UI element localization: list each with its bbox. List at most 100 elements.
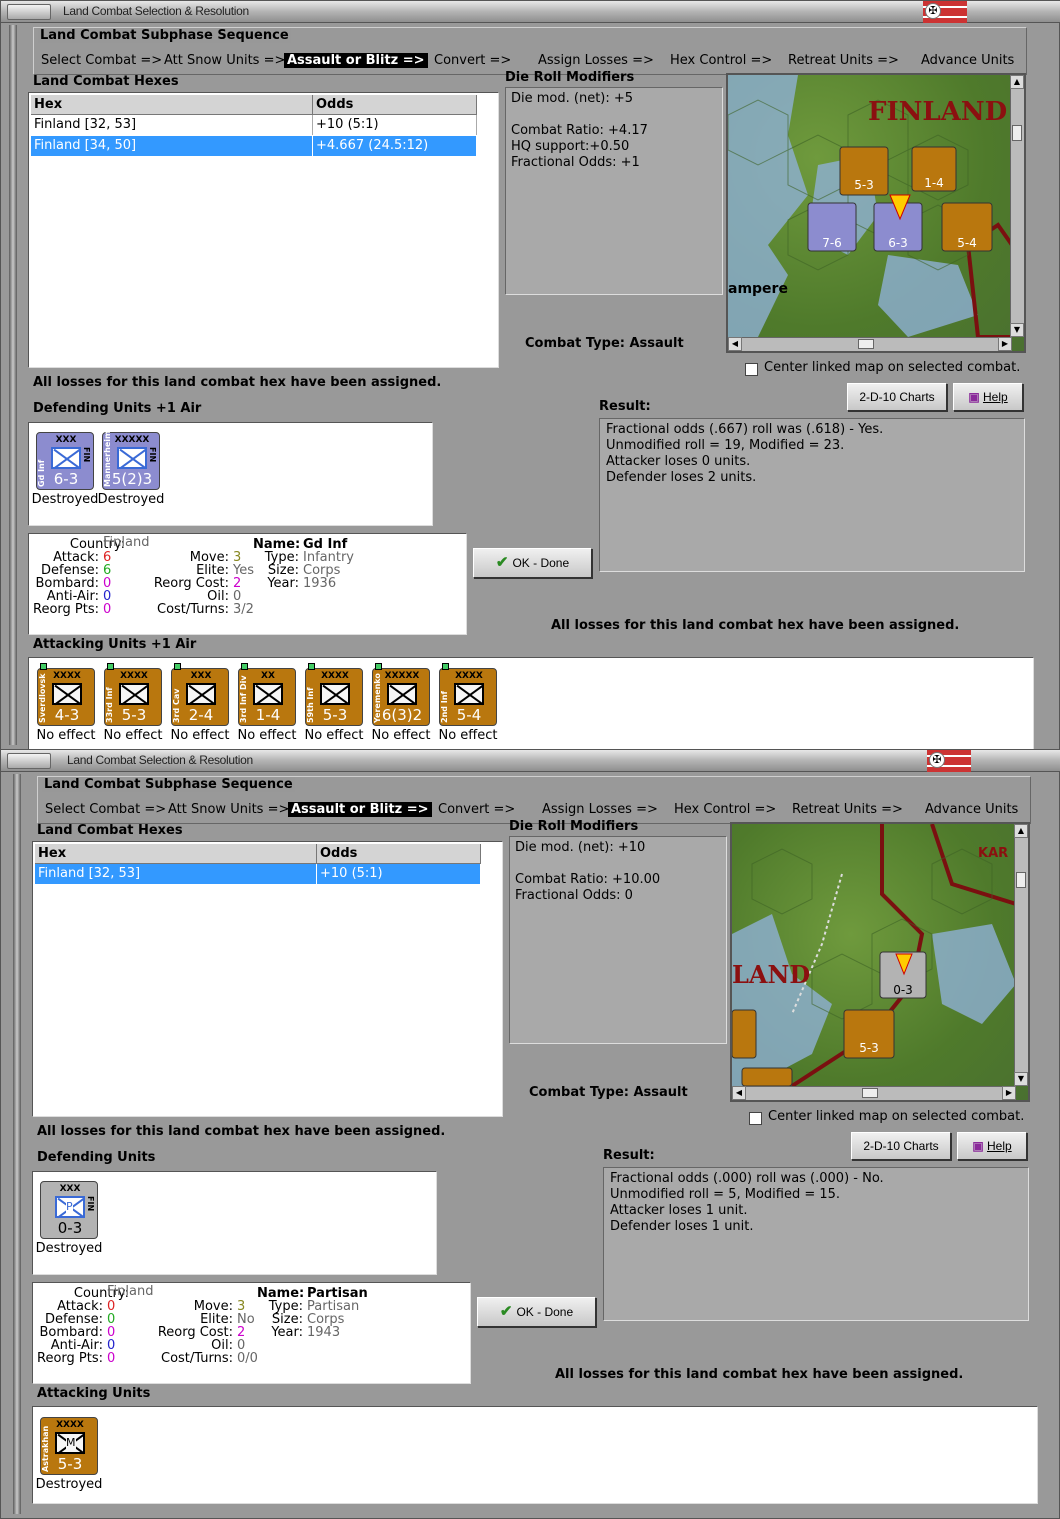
help-button[interactable]: ▣ Help [957, 1132, 1027, 1160]
step-assault-blitz: Assault or Blitz => [288, 802, 432, 817]
vscroll-thumb[interactable] [1012, 125, 1022, 141]
attacker-counter[interactable]: XXX 3rd Cav 2-4 [171, 663, 229, 726]
hscroll-thumb[interactable] [862, 1088, 878, 1098]
help-button[interactable]: ▣ Help [953, 383, 1023, 411]
svg-text:7-6: 7-6 [822, 236, 842, 250]
year-value: 1943 [307, 1325, 341, 1340]
hex-row-selected[interactable]: Finland [34, 50] +4.667 (24.5:12) [31, 136, 477, 156]
center-linked-label[interactable]: Center linked map on selected combat. [764, 360, 1020, 375]
result-line: Attacker loses 0 units. [606, 454, 751, 469]
attacking-units-title: Attacking Units +1 Air [33, 637, 197, 652]
charts-button[interactable]: 2-D-10 Charts [851, 1132, 951, 1160]
map-vscroll[interactable]: ▲ ▼ [1014, 824, 1028, 1086]
defender-counter[interactable]: XXX Gd Inf FIN 6-3 [36, 432, 94, 490]
hex-cell: Finland [34, 50] [31, 136, 313, 156]
center-linked-label[interactable]: Center linked map on selected combat. [768, 1109, 1024, 1124]
scroll-up-arrow[interactable]: ▲ [1014, 824, 1028, 838]
unit-nation: FIN [86, 1196, 95, 1212]
odds-column-header[interactable]: Odds [313, 95, 477, 115]
help-label: Help [983, 390, 1008, 404]
unit-symbol-icon [186, 683, 216, 705]
mountain-infantry-symbol-icon: M [55, 1432, 85, 1454]
attacker-status: No effect [36, 728, 96, 743]
attacker-counter[interactable]: XXXX 59th Inf 5-3 [305, 663, 363, 726]
scroll-down-arrow[interactable]: ▼ [1010, 323, 1024, 337]
hex-row[interactable]: Finland [32, 53] +10 (5:1) [31, 115, 477, 135]
unit-info-panel: Country: Finland Attack: 6 Defense: 6 Bo… [28, 533, 467, 635]
scroll-up-arrow[interactable]: ▲ [1010, 75, 1024, 89]
defender-counter[interactable]: XXX P FIN 0-3 [40, 1181, 98, 1239]
sequence-title: Land Combat Subphase Sequence [42, 777, 295, 792]
attacker-counter[interactable]: XXXX Astrakhan M 5-3 [40, 1417, 98, 1475]
odds-column-header[interactable]: Odds [317, 844, 481, 864]
drm-line: Combat Ratio: +10.00 [515, 872, 661, 887]
combat-hexes-title: Land Combat Hexes [37, 823, 183, 838]
attacker-counter[interactable]: XXXX Sverdlovsk 4-3 [37, 663, 95, 726]
unit-strength: 0-3 [57, 1219, 83, 1237]
attacker-counter[interactable]: XX 3rd Inf Div 1-4 [238, 663, 296, 726]
unit-symbol-icon [253, 683, 283, 705]
result-title: Result: [603, 1148, 655, 1163]
unit-symbol-icon [320, 683, 350, 705]
unit-size: XXX [59, 1184, 81, 1194]
svg-text:5-3: 5-3 [854, 178, 874, 192]
hscroll-thumb[interactable] [858, 339, 874, 349]
combat-hexes-list[interactable]: Hex Odds Finland [32, 53] +10 (5:1) [32, 841, 503, 1117]
map-terrain: 0-3 5-3 [732, 824, 1016, 1086]
combat-window-2: Land Combat Selection & Resolution ✠ Lan… [0, 749, 1060, 1519]
svg-text:5-4: 5-4 [957, 236, 977, 250]
window-menu-button[interactable] [7, 4, 51, 20]
ok-done-button[interactable]: ✔ OK - Done [473, 548, 592, 578]
scroll-left-arrow[interactable]: ◀ [728, 337, 742, 351]
hex-column-header[interactable]: Hex [35, 844, 317, 864]
drm-line: HQ support:+0.50 [511, 139, 630, 154]
unit-nation: FIN [82, 447, 91, 463]
left-frame [9, 25, 17, 745]
defender-status: Destroyed [97, 492, 165, 507]
drm-line: Fractional Odds: +1 [511, 155, 640, 170]
left-frame [13, 774, 21, 1514]
ok-done-button[interactable]: ✔ OK - Done [477, 1297, 596, 1327]
combat-window-1: Land Combat Selection & Resolution ✠ Lan… [0, 0, 1060, 751]
scroll-right-arrow[interactable]: ▶ [998, 337, 1012, 351]
combat-hexes-list[interactable]: Hex Odds Finland [32, 53] +10 (5:1) Finl… [28, 92, 499, 368]
scroll-right-arrow[interactable]: ▶ [1002, 1086, 1016, 1100]
map-vscroll[interactable]: ▲ ▼ [1010, 75, 1024, 337]
vscroll-thumb[interactable] [1016, 872, 1026, 888]
sequence-title: Land Combat Subphase Sequence [38, 28, 291, 43]
attacker-counter[interactable]: XXXXX Yeremenko 6(3)2 [372, 663, 430, 726]
window-menu-button[interactable] [7, 753, 51, 769]
losses-assigned-note-2: All losses for this land combat hex have… [555, 1367, 964, 1382]
attacker-counter[interactable]: XXXX 2nd Inf 5-4 [439, 663, 497, 726]
combat-hexes-title: Land Combat Hexes [33, 74, 179, 89]
attacker-status: No effect [438, 728, 498, 743]
step-retreat: Retreat Units => [792, 802, 903, 817]
mini-map[interactable]: 5-3 1-4 7-6 6-3 5-4 FINLAND ampere ▲ ▼ ◀… [726, 73, 1026, 353]
center-linked-checkbox[interactable] [745, 363, 758, 376]
map-hscroll[interactable]: ◀ ▶ [728, 337, 1012, 351]
odds-cell: +10 (5:1) [313, 115, 477, 135]
cost-turns-label: Cost/Turns: [161, 1351, 233, 1366]
charts-button[interactable]: 2-D-10 Charts [847, 383, 947, 411]
attacker-status: No effect [170, 728, 230, 743]
drm-title: Die Roll Modifiers [505, 70, 635, 85]
title-bar[interactable]: Land Combat Selection & Resolution ✠ [1, 750, 1060, 772]
center-linked-checkbox[interactable] [749, 1112, 762, 1125]
attacker-status: No effect [304, 728, 364, 743]
scroll-down-arrow[interactable]: ▼ [1014, 1072, 1028, 1086]
attacker-counter[interactable]: XXXX 33rd Inf 5-3 [104, 663, 162, 726]
step-select-combat: Select Combat => [45, 802, 167, 817]
help-label: Help [987, 1139, 1012, 1153]
help-book-icon: ▣ [972, 1139, 984, 1153]
defending-units-title: Defending Units [37, 1150, 156, 1165]
hex-column-header[interactable]: Hex [31, 95, 313, 115]
unit-info-panel: Country: Finland Attack: 0 Defense: 0 Bo… [32, 1282, 471, 1384]
hex-row-selected[interactable]: Finland [32, 53] +10 (5:1) [35, 864, 481, 884]
svg-text:6-3: 6-3 [888, 236, 908, 250]
map-hscroll[interactable]: ◀ ▶ [732, 1086, 1016, 1100]
title-bar[interactable]: Land Combat Selection & Resolution ✠ [1, 1, 1060, 23]
drm-line [515, 856, 721, 872]
defender-counter[interactable]: XXXXX Mannerheim FIN 5(2)3 [102, 431, 160, 490]
scroll-left-arrow[interactable]: ◀ [732, 1086, 746, 1100]
mini-map[interactable]: 0-3 5-3 LAND KAR ▲ ▼ ◀ ▶ [730, 822, 1030, 1102]
